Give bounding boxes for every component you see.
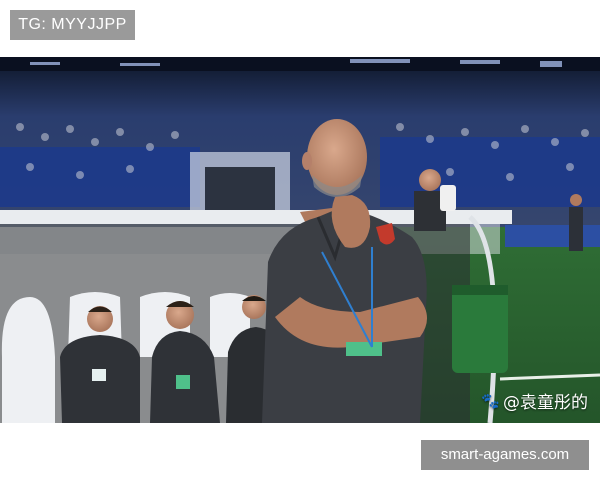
green-bin — [452, 285, 508, 373]
paw-icon: 🐾 — [481, 391, 500, 410]
top-watermark-tag: TG: MYYJJPP — [10, 10, 135, 40]
photo-author-watermark: 🐾 @袁童彤的 — [481, 388, 588, 414]
pitch-staff-member — [569, 194, 583, 251]
dugout-seat — [1, 297, 55, 423]
stadium-roof-lights — [0, 57, 600, 71]
watermark-text: @袁童彤的 — [503, 393, 588, 413]
bottom-site-tag: smart-agames.com — [421, 440, 589, 470]
stadium-coach-photo: 🐾 @袁童彤的 — [0, 57, 600, 423]
